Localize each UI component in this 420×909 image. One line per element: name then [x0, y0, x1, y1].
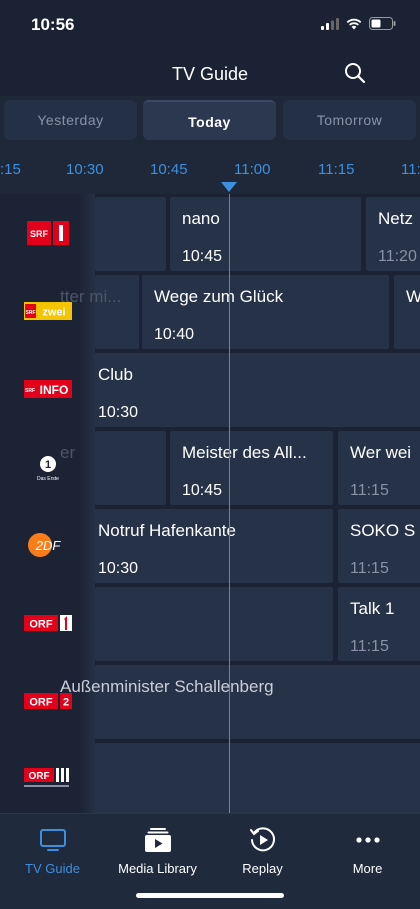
program-time: 10:30: [98, 560, 139, 577]
program-title: Club: [98, 365, 133, 384]
time-label: 11:: [401, 161, 420, 178]
program-cell[interactable]: Club 10:30: [86, 353, 420, 427]
tab-label: More: [352, 861, 383, 876]
svg-text:1: 1: [44, 459, 50, 471]
tab-media-library[interactable]: Media Library: [105, 826, 210, 876]
program-title: nano: [182, 209, 220, 228]
status-time: 10:56: [31, 15, 75, 34]
program-grid[interactable]: SRF SRF zwei SRF INFO 1 Das Erste 2DF OR…: [0, 194, 420, 813]
program-time: 11:15: [350, 560, 389, 577]
timeline[interactable]: :15 10:30 10:45 11:00 11:15 11:: [0, 146, 420, 194]
program-time: 10:30: [98, 404, 139, 421]
tab-label: Media Library: [118, 861, 197, 876]
program-time: 10:45: [182, 482, 223, 499]
program-cell[interactable]: Notruf Hafenkante 10:30: [86, 509, 333, 583]
home-indicator: [136, 893, 284, 898]
program-cell[interactable]: [95, 587, 333, 661]
program-title: Außenminister Schallenberg: [60, 677, 274, 696]
svg-text:ORF: ORF: [29, 697, 53, 709]
channel-logo-orf3[interactable]: ORF: [0, 740, 95, 813]
signal-icon: [321, 17, 339, 30]
program-title: Wege zum Glück: [154, 287, 284, 306]
program-cell[interactable]: Talk 1 11:15: [338, 587, 420, 661]
channel-logo-zdf[interactable]: 2DF: [0, 506, 95, 584]
program-cell[interactable]: SOKO S 11:15: [338, 509, 420, 583]
tab-tv-guide[interactable]: TV Guide: [0, 826, 105, 876]
status-icons: [321, 17, 396, 30]
time-label: 11:15: [318, 161, 355, 178]
tab-today[interactable]: Today: [143, 100, 276, 140]
srf-info-logo-icon: SRF INFO: [23, 380, 72, 398]
more-icon: [355, 837, 380, 843]
channel-logo-srf-zwei[interactable]: SRF zwei: [0, 272, 95, 350]
replay-icon: [249, 827, 275, 852]
media-library-icon: [144, 828, 171, 852]
program-title: er: [60, 443, 76, 462]
program-cell[interactable]: Wege zum Glück 10:40: [142, 275, 389, 349]
orf3-logo-icon: ORF: [23, 768, 69, 787]
channel-logo-orf2[interactable]: ORF 2: [0, 662, 95, 740]
channel-logo-srf-info[interactable]: SRF INFO: [0, 350, 95, 428]
program-cell[interactable]: W: [394, 275, 420, 349]
tab-yesterday[interactable]: Yesterday: [4, 100, 137, 140]
svg-text:2DF: 2DF: [34, 538, 61, 553]
channel-logo-das-erste[interactable]: 1 Das Erste: [0, 428, 95, 506]
search-icon: [345, 63, 366, 84]
das-erste-logo-icon: 1 Das Erste: [37, 456, 59, 482]
now-line: [229, 194, 230, 813]
program-time: 10:40: [154, 326, 195, 343]
program-cell[interactable]: Meister des All... 10:45: [170, 431, 333, 505]
program-cell[interactable]: [95, 431, 166, 505]
program-time: 11:15: [350, 638, 389, 655]
svg-text:2: 2: [62, 697, 68, 709]
program-title: Meister des All...: [182, 443, 307, 462]
channel-logo-srf1[interactable]: SRF: [0, 194, 95, 272]
time-label: 10:30: [66, 161, 104, 178]
program-title: W: [406, 287, 420, 306]
program-cell[interactable]: [95, 197, 166, 271]
time-label: 10:45: [150, 161, 188, 178]
srf1-logo-icon: SRF: [26, 221, 69, 245]
tab-tomorrow[interactable]: Tomorrow: [283, 100, 416, 140]
now-marker: [221, 182, 237, 192]
orf1-logo-icon: ORF: [23, 615, 72, 631]
tab-replay[interactable]: Replay: [210, 826, 315, 876]
svg-text:SRF: SRF: [30, 229, 49, 239]
program-time: 11:20: [378, 248, 417, 265]
search-button[interactable]: [344, 62, 368, 86]
program-cell[interactable]: Wer wei 11:15: [338, 431, 420, 505]
program-cell[interactable]: Netz 11:20: [366, 197, 420, 271]
program-time: 11:15: [350, 482, 389, 499]
program-time: 10:45: [182, 248, 223, 265]
program-cell[interactable]: [95, 743, 420, 813]
time-label: 11:00: [234, 161, 271, 178]
svg-text:SRF: SRF: [25, 388, 35, 394]
battery-icon: [369, 17, 396, 30]
svg-text:SRF: SRF: [25, 310, 35, 316]
svg-text:ORF: ORF: [29, 619, 53, 631]
status-bar: 10:56: [0, 0, 420, 50]
tab-label: TV Guide: [25, 861, 80, 876]
nav-bar: TV Guide: [0, 50, 420, 96]
program-title: Notruf Hafenkante: [98, 521, 236, 540]
svg-text:zwei: zwei: [42, 307, 65, 319]
tab-more[interactable]: More: [315, 826, 420, 876]
program-title: Netz: [378, 209, 413, 228]
svg-text:INFO: INFO: [39, 383, 68, 397]
wifi-icon: [346, 18, 362, 29]
tab-label: Replay: [242, 861, 283, 876]
program-title: tter mi...: [60, 287, 122, 306]
zdf-logo-icon: 2DF: [27, 533, 61, 557]
channel-logo-orf1[interactable]: ORF: [0, 584, 95, 662]
time-label: :15: [0, 161, 21, 178]
program-cell[interactable]: nano 10:45: [170, 197, 361, 271]
program-title: Wer wei: [350, 443, 412, 462]
program-title: Talk 1: [350, 599, 395, 618]
svg-text:ORF: ORF: [28, 771, 49, 782]
tv-icon: [39, 829, 66, 851]
day-tabs: Yesterday Today Tomorrow: [0, 96, 420, 146]
svg-text:Das Erste: Das Erste: [37, 476, 59, 482]
program-title: SOKO S: [350, 521, 416, 540]
